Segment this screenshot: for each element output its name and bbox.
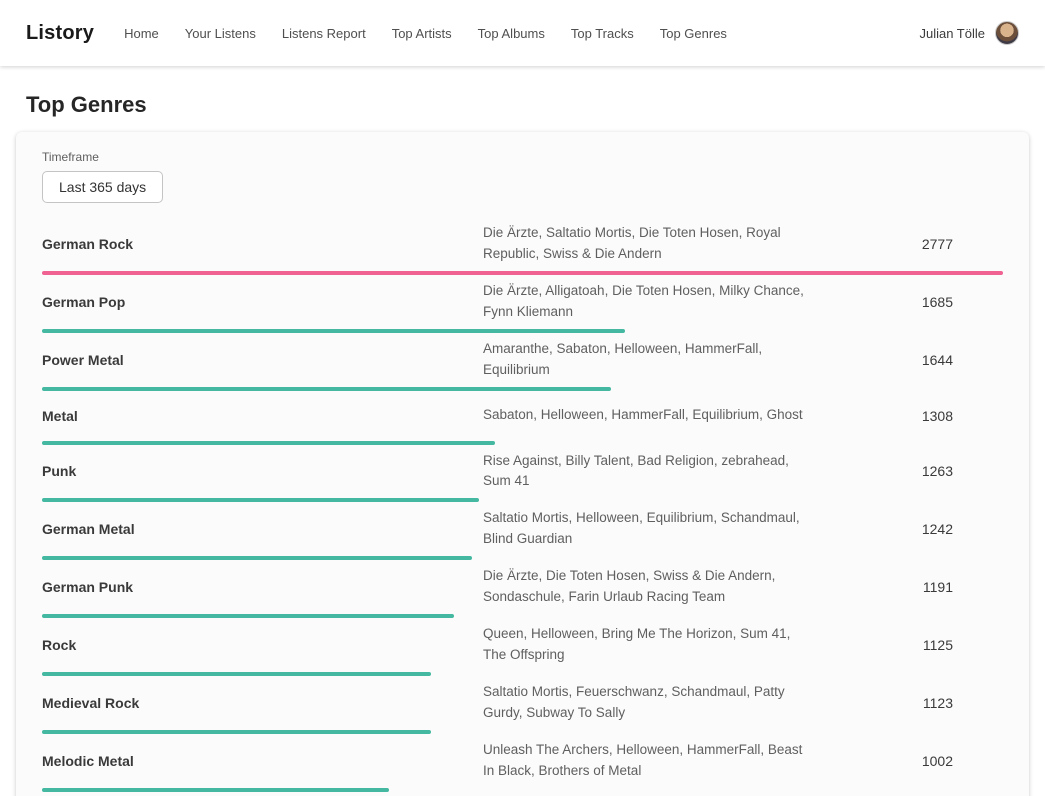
genre-artists: Unleash The Archers, Helloween, HammerFa… [483, 740, 813, 782]
user-name: Julian Tölle [919, 26, 985, 41]
genre-count: 1644 [813, 352, 1003, 368]
genre-artists: Rise Against, Billy Talent, Bad Religion… [483, 451, 813, 493]
genre-count: 1263 [813, 463, 1003, 479]
nav-top-tracks[interactable]: Top Tracks [571, 26, 634, 41]
user-avatar[interactable] [995, 21, 1019, 45]
genre-row: German Indie Bukahara, Käptn Peng, KYTES… [42, 792, 1003, 796]
genre-name: Melodic Metal [42, 753, 483, 769]
main-nav: Home Your Listens Listens Report Top Art… [124, 26, 727, 41]
nav-top-genres[interactable]: Top Genres [660, 26, 727, 41]
genre-artists: Die Ärzte, Die Toten Hosen, Swiss & Die … [483, 566, 813, 608]
genre-rows: German Rock Die Ärzte, Saltatio Mortis, … [42, 217, 1003, 796]
nav-listens-report[interactable]: Listens Report [282, 26, 366, 41]
nav-your-listens[interactable]: Your Listens [185, 26, 256, 41]
nav-top-albums[interactable]: Top Albums [478, 26, 545, 41]
genre-count: 1125 [813, 637, 1003, 653]
genre-count: 2777 [813, 236, 1003, 252]
genre-artists: Sabaton, Helloween, HammerFall, Equilibr… [483, 405, 813, 426]
genre-artists: Die Ärzte, Alligatoah, Die Toten Hosen, … [483, 281, 813, 323]
genre-name: German Metal [42, 521, 483, 537]
genre-row: Punk Rise Against, Billy Talent, Bad Rel… [42, 445, 1003, 503]
nav-home[interactable]: Home [124, 26, 159, 41]
genre-artists: Saltatio Mortis, Helloween, Equilibrium,… [483, 508, 813, 550]
genre-row: German Punk Die Ärzte, Die Toten Hosen, … [42, 560, 1003, 618]
timeframe-value: Last 365 days [59, 179, 146, 195]
timeframe-label: Timeframe [42, 150, 1003, 164]
genre-count: 1002 [813, 753, 1003, 769]
genre-name: German Pop [42, 294, 483, 310]
genre-name: Power Metal [42, 352, 483, 368]
user-menu[interactable]: Julian Tölle [919, 21, 1019, 45]
top-genres-card: Timeframe Last 365 days German Rock Die … [16, 132, 1029, 796]
page-title: Top Genres [26, 92, 1045, 118]
genre-name: Medieval Rock [42, 695, 483, 711]
genre-name: German Rock [42, 236, 483, 252]
genre-artists: Queen, Helloween, Bring Me The Horizon, … [483, 624, 813, 666]
genre-row: German Rock Die Ärzte, Saltatio Mortis, … [42, 217, 1003, 275]
genre-row: Medieval Rock Saltatio Mortis, Feuerschw… [42, 676, 1003, 734]
genre-row: Metal Sabaton, Helloween, HammerFall, Eq… [42, 391, 1003, 445]
genre-count: 1123 [813, 695, 1003, 711]
app-logo[interactable]: Listory [26, 22, 94, 45]
genre-row: Rock Queen, Helloween, Bring Me The Hori… [42, 618, 1003, 676]
genre-name: Rock [42, 637, 483, 653]
genre-artists: Die Ärzte, Saltatio Mortis, Die Toten Ho… [483, 223, 813, 265]
genre-artists: Amaranthe, Sabaton, Helloween, HammerFal… [483, 339, 813, 381]
genre-name: German Punk [42, 579, 483, 595]
genre-row: Melodic Metal Unleash The Archers, Hello… [42, 734, 1003, 792]
app-bar: Listory Home Your Listens Listens Report… [0, 0, 1045, 66]
genre-count: 1685 [813, 294, 1003, 310]
genre-name: Punk [42, 463, 483, 479]
genre-row: Power Metal Amaranthe, Sabaton, Hellowee… [42, 333, 1003, 391]
genre-row: German Pop Die Ärzte, Alligatoah, Die To… [42, 275, 1003, 333]
genre-count: 1242 [813, 521, 1003, 537]
genre-name: Metal [42, 408, 483, 424]
genre-count: 1191 [813, 579, 1003, 595]
genre-artists: Saltatio Mortis, Feuerschwanz, Schandmau… [483, 682, 813, 724]
genre-count: 1308 [813, 408, 1003, 424]
nav-top-artists[interactable]: Top Artists [392, 26, 452, 41]
timeframe-select[interactable]: Last 365 days [42, 171, 163, 203]
genre-row: German Metal Saltatio Mortis, Helloween,… [42, 502, 1003, 560]
